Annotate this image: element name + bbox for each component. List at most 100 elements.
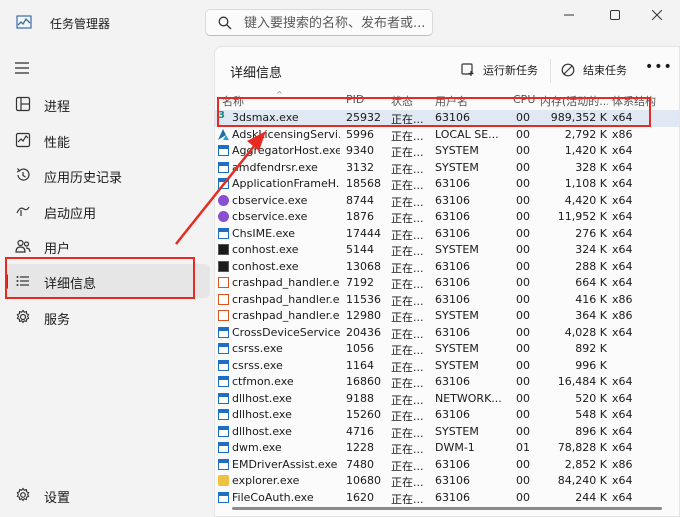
cbservice-icon <box>218 211 229 222</box>
sidebar-item-label: 用户 <box>44 242 71 257</box>
sidebar-item-label: 设置 <box>44 491 71 506</box>
process-user: 63106 <box>435 292 470 306</box>
process-status: 正在... <box>391 294 424 308</box>
process-name: csrss.exe <box>232 358 283 372</box>
process-user: LOCAL SE... <box>435 127 499 141</box>
close-button[interactable] <box>634 0 680 30</box>
table-row[interactable]: crashpad_handler.e... 11536 正在... 63106 00 41… <box>215 292 679 309</box>
crashpad-icon <box>218 310 229 321</box>
annotation-highlight-details <box>5 257 195 299</box>
process-status: 正在... <box>391 327 424 341</box>
sidebar-item-label: 进程 <box>44 100 71 115</box>
sidebar-item-performance[interactable]: 性能 <box>5 123 210 157</box>
horizontal-scrollbar[interactable] <box>232 507 662 510</box>
table-row[interactable]: EMDriverAssist.exe 7480 正在... 63106 00 2,852 … <box>215 457 679 474</box>
process-user: 63106 <box>435 226 470 240</box>
process-cpu: 00 <box>516 490 530 504</box>
table-row[interactable]: crashpad_handler.e... 7192 正在... 63106 00 664… <box>215 275 679 292</box>
table-row[interactable]: amdfendrsr.exe 3132 正在... SYSTEM 00 328 K x64 <box>215 160 679 177</box>
process-user: 63106 <box>435 325 470 339</box>
table-row[interactable]: FileCoAuth.exe 1620 正在... 63106 00 244 K x64 <box>215 490 679 507</box>
process-memory: 4,028 K <box>564 325 607 339</box>
table-row[interactable]: CrossDeviceService.... 20436 正在... 63106 00 4… <box>215 325 679 342</box>
table-row[interactable]: ctfmon.exe 16860 正在... 63106 00 16,484 K x64 <box>215 374 679 391</box>
table-row[interactable]: explorer.exe 10680 正在... 63106 00 84,240 K x64 <box>215 473 679 490</box>
sidebar-item-label: 性能 <box>44 136 71 151</box>
more-options-icon[interactable]: ••• <box>645 59 673 75</box>
process-name: ApplicationFrameH... <box>232 177 340 190</box>
process-user: 63106 <box>435 375 470 388</box>
process-memory: 2,852 K <box>564 457 607 471</box>
process-user: 63106 <box>435 276 470 289</box>
process-memory: 364 K <box>575 309 607 322</box>
process-name: cbservice.exe <box>232 210 308 223</box>
process-name: dllhost.exe <box>232 424 292 438</box>
table-row[interactable]: csrss.exe 1164 正在... SYSTEM 00 996 K <box>215 358 679 375</box>
process-cpu: 00 <box>516 243 530 256</box>
process-user: 63106 <box>435 408 470 421</box>
process-name: EMDriverAssist.exe <box>232 457 338 471</box>
process-pid: 1228 <box>346 441 374 454</box>
table-row[interactable]: dllhost.exe 9188 正在... NETWORK... 00 520 K x64 <box>215 391 679 408</box>
process-pid: 1056 <box>346 342 374 355</box>
table-row[interactable]: cbservice.exe 1876 正在... 63106 00 11,952 K x64 <box>215 209 679 226</box>
sidebar-item-app-history[interactable]: 应用历史记录 <box>5 158 210 192</box>
process-memory: 84,240 K <box>557 474 607 487</box>
process-user: SYSTEM <box>435 243 479 256</box>
process-name: ChsIME.exe <box>232 226 296 240</box>
process-user: 63106 <box>435 193 470 207</box>
process-status: 正在... <box>391 245 424 258</box>
process-cpu: 00 <box>516 292 530 306</box>
run-new-task-button[interactable]: 运行新任务 <box>461 59 538 81</box>
process-memory: 1,108 K <box>564 177 607 190</box>
task-manager-icon <box>16 15 32 29</box>
sidebar-item-startup[interactable]: 启动应用 <box>5 194 210 228</box>
sidebar-item-services[interactable]: 服务 <box>5 300 210 334</box>
process-user: SYSTEM <box>435 342 479 355</box>
hamburger-menu-icon[interactable] <box>12 58 32 78</box>
gear-icon <box>16 487 30 502</box>
process-memory: 324 K <box>575 243 607 256</box>
table-row[interactable]: conhost.exe 13068 正在... 63106 00 288 K x64 <box>215 259 679 276</box>
process-name: conhost.exe <box>232 243 299 256</box>
process-pid: 10680 <box>346 474 381 487</box>
table-row[interactable]: dwm.exe 1228 正在... DWM-1 01 78,828 K x64 <box>215 440 679 457</box>
process-architecture: x64 <box>612 226 633 240</box>
process-pid: 7192 <box>346 276 374 289</box>
table-row[interactable]: crashpad_handler.e... 12980 正在... SYSTEM 00 3… <box>215 308 679 325</box>
end-task-icon <box>561 63 575 77</box>
process-status: 正在... <box>391 129 424 143</box>
sidebar-item-label: 启动应用 <box>44 207 97 222</box>
sidebar-item-settings[interactable]: 设置 <box>5 478 210 512</box>
table-row[interactable]: dllhost.exe 4716 正在... SYSTEM 00 896 K x64 <box>215 424 679 441</box>
search-box[interactable] <box>205 9 433 36</box>
sidebar-item-processes[interactable]: 进程 <box>5 87 210 121</box>
end-task-button[interactable]: 结束任务 <box>561 59 627 81</box>
process-pid: 3132 <box>346 160 374 174</box>
table-row[interactable]: dllhost.exe 15260 正在... 63106 00 548 K x64 <box>215 407 679 424</box>
table-row[interactable]: AggregatorHost.exe 9340 正在... SYSTEM 00 1,420… <box>215 143 679 160</box>
table-row[interactable]: csrss.exe 1056 正在... SYSTEM 00 892 K <box>215 341 679 358</box>
minimize-button[interactable] <box>546 0 592 30</box>
process-pid: 11536 <box>346 292 381 306</box>
table-row[interactable]: conhost.exe 5144 正在... SYSTEM 00 324 K x64 <box>215 242 679 259</box>
title-bar: 任务管理器 <box>0 0 680 46</box>
process-user: DWM-1 <box>435 441 475 454</box>
maximize-button[interactable] <box>592 0 638 30</box>
process-pid: 5144 <box>346 243 374 256</box>
process-memory: 520 K <box>575 391 607 405</box>
table-row[interactable]: cbservice.exe 8744 正在... 63106 00 4,420 K x64 <box>215 193 679 210</box>
process-status: 正在... <box>391 146 424 159</box>
process-name: conhost.exe <box>232 259 299 273</box>
app-icon <box>218 145 229 156</box>
table-row[interactable]: ApplicationFrameH... 18568 正在... 63106 00 1,1… <box>215 176 679 193</box>
process-user: 63106 <box>435 210 470 223</box>
table-row[interactable]: ChsIME.exe 17444 正在... 63106 00 276 K x64 <box>215 226 679 243</box>
process-name: FileCoAuth.exe <box>232 490 314 504</box>
users-icon <box>15 239 31 253</box>
process-pid: 20436 <box>346 325 381 339</box>
search-input[interactable] <box>244 14 424 32</box>
process-memory: 416 K <box>575 292 607 306</box>
table-row[interactable]: AdskLicensingServi... 5996 正在... LOCAL SE..… <box>215 127 679 144</box>
process-name: crashpad_handler.e... <box>232 292 340 306</box>
